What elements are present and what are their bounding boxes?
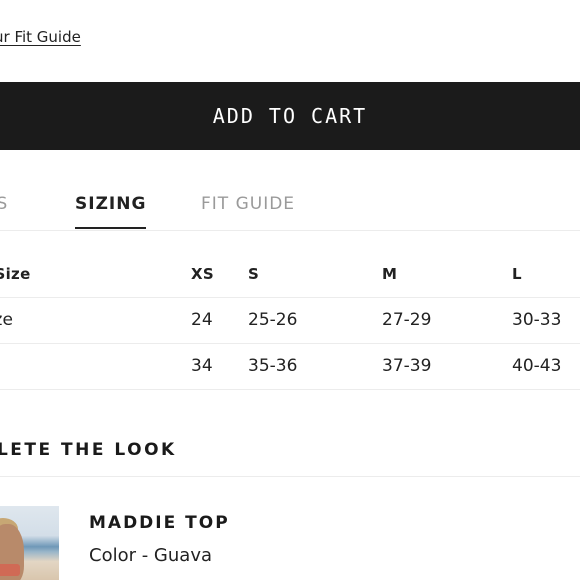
table-cell: 25-26 [248,310,298,330]
header-cell: M [382,265,398,283]
fit-guide-link[interactable]: ur Fit Guide [0,28,81,46]
table-cell: Size [0,310,13,330]
add-to-cart-button[interactable]: ADD TO CART [0,82,580,150]
thumbnail-top-shape [0,564,20,576]
product-info-tabs: LS SIZING FIT GUIDE [0,186,580,231]
table-row: ze 34 35-36 37-39 40-43 [0,344,580,390]
header-cell: XS [191,265,214,283]
header-cell: L [512,265,522,283]
complete-the-look-heading: PLETE THE LOOK [0,440,177,460]
table-cell: 37-39 [382,356,432,376]
tab-fit-guide[interactable]: FIT GUIDE [201,194,295,214]
size-chart-header-row: n Size XS S M L [0,252,580,298]
product-thumbnail[interactable] [0,506,59,580]
product-name-link[interactable]: MADDIE TOP [89,513,230,533]
header-cell: S [248,265,260,283]
section-divider [0,476,580,477]
table-row: Size 24 25-26 27-29 30-33 [0,298,580,344]
size-chart-table: n Size XS S M L Size 24 25-26 27-29 30-3… [0,252,580,390]
tab-details[interactable]: LS [0,194,8,214]
product-color-label: Color - Guava [89,545,213,566]
table-cell: 40-43 [512,356,562,376]
table-cell: 24 [191,310,213,330]
table-cell: 27-29 [382,310,432,330]
header-cell: n Size [0,265,31,283]
tab-sizing[interactable]: SIZING [75,194,147,229]
table-cell: 34 [191,356,213,376]
table-cell: 30-33 [512,310,562,330]
table-cell: 35-36 [248,356,298,376]
